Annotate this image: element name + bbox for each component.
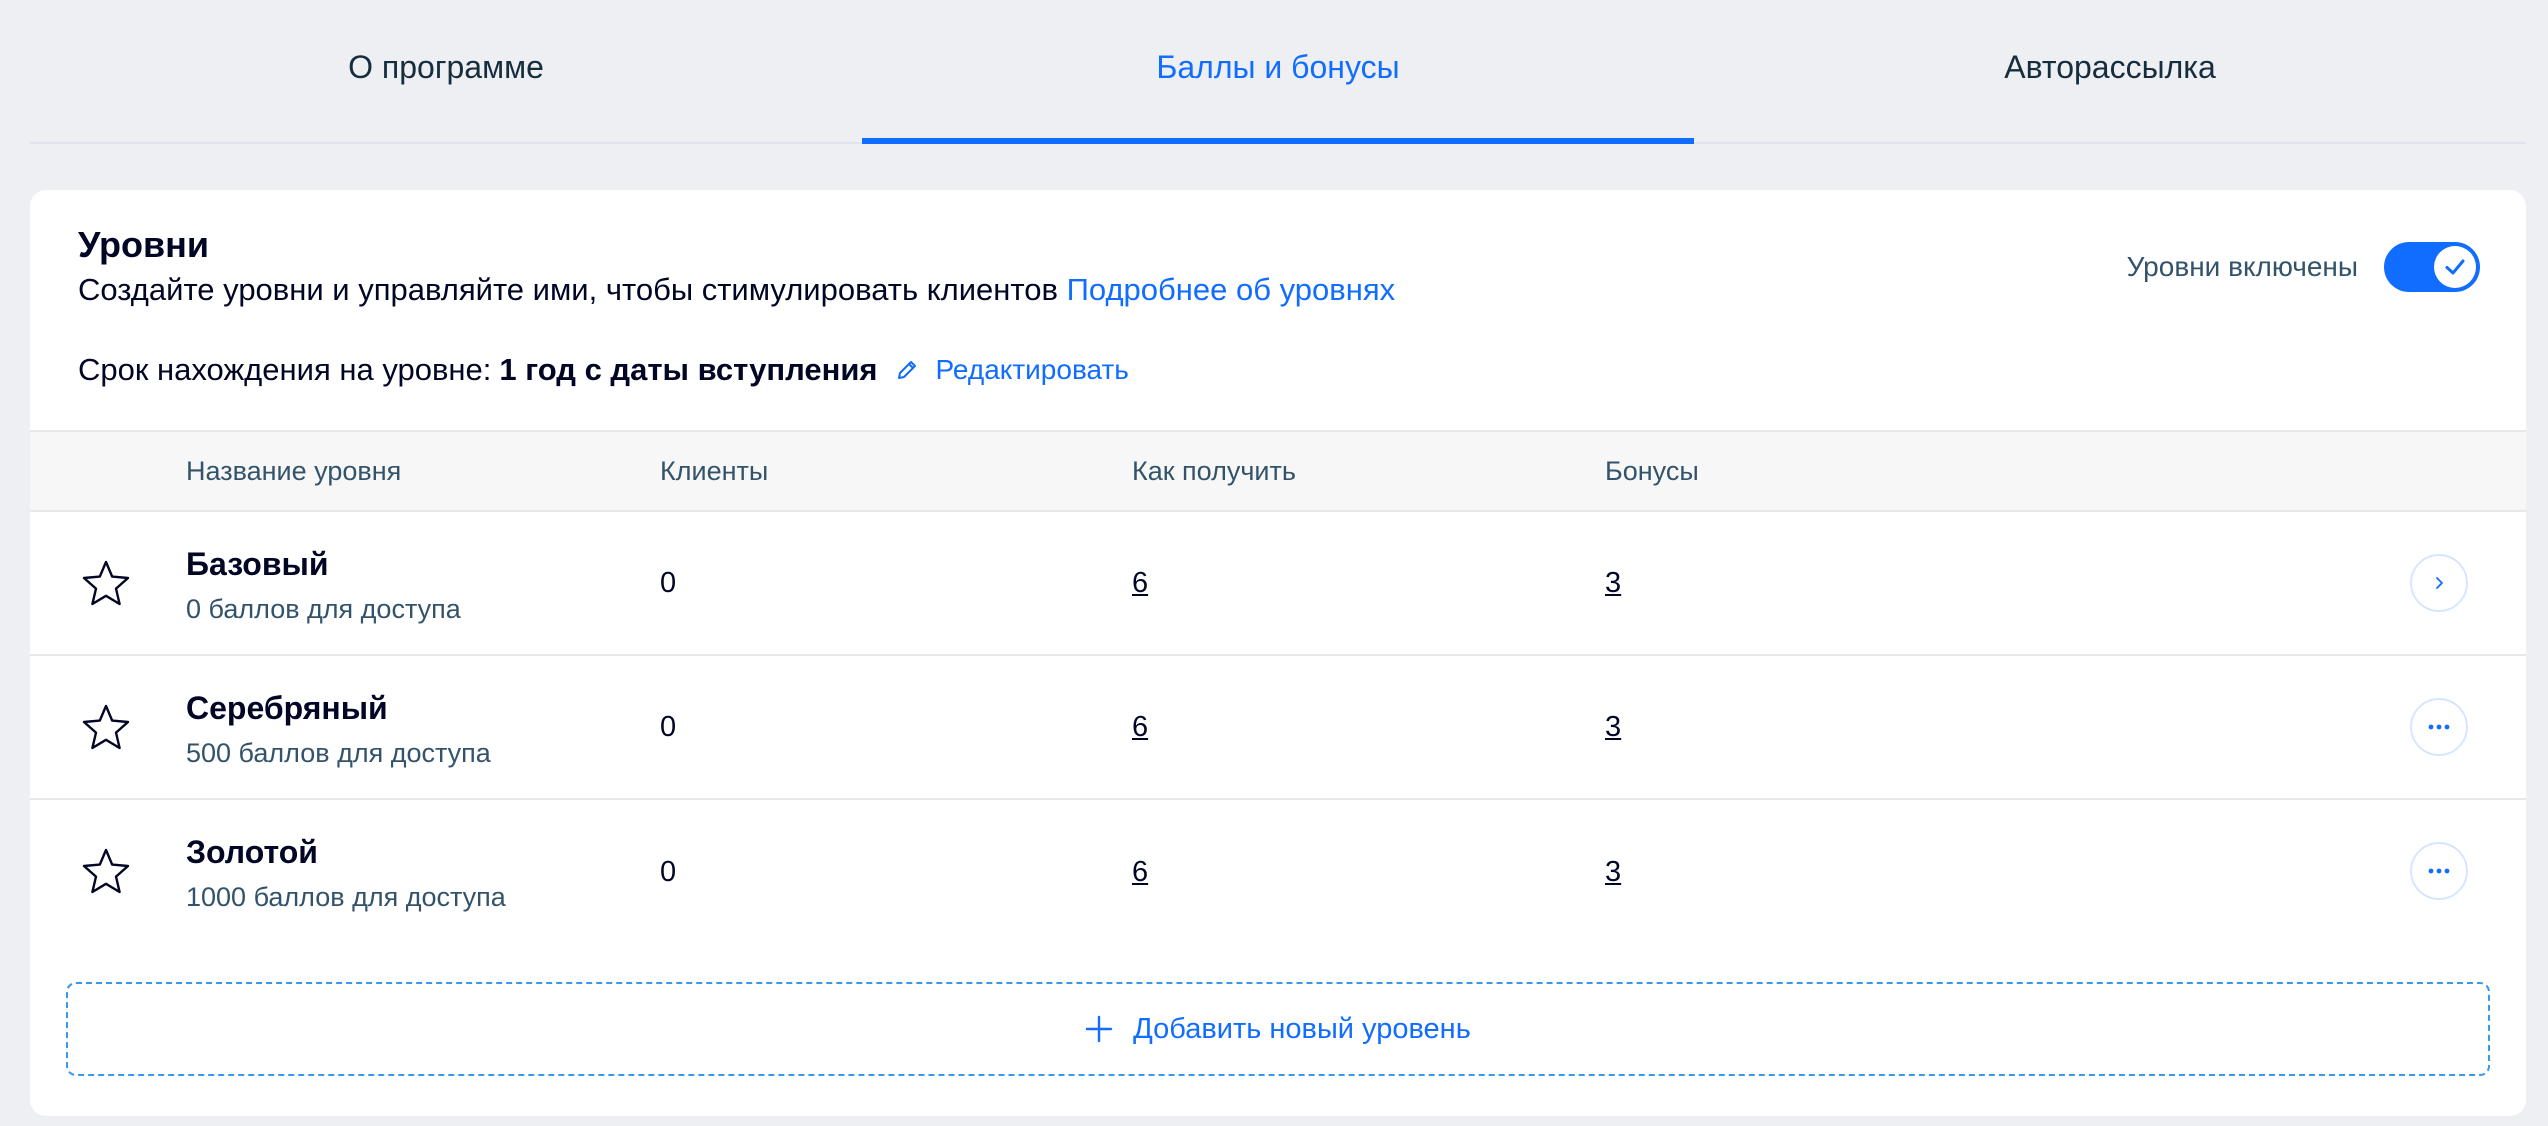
levels-subtitle-text: Создайте уровни и управляйте ими, чтобы … bbox=[78, 272, 1058, 307]
tab-auto-mailing[interactable]: Авторассылка bbox=[1694, 0, 2526, 142]
column-header-bonuses: Бонусы bbox=[1605, 455, 1699, 486]
column-header-how-to-get: Как получить bbox=[1132, 455, 1296, 486]
levels-toggle[interactable] bbox=[2384, 242, 2480, 292]
level-description: 1000 баллов для доступа bbox=[186, 882, 506, 912]
bonuses-link[interactable]: 3 bbox=[1605, 656, 1621, 798]
tab-about-program[interactable]: О программе bbox=[30, 0, 862, 142]
duration-value: 1 год с даты вступления bbox=[499, 352, 878, 387]
level-name: Серебряный bbox=[186, 690, 388, 726]
levels-table-header: Название уровня Клиенты Как получить Бон… bbox=[30, 430, 2526, 512]
level-name: Базовый bbox=[186, 546, 329, 582]
plus-icon bbox=[1085, 1015, 1113, 1043]
clients-count: 0 bbox=[660, 710, 677, 743]
open-level-button[interactable] bbox=[2410, 554, 2468, 612]
bonuses-link[interactable]: 3 bbox=[1605, 512, 1621, 654]
table-row[interactable]: Серебряный 500 баллов для доступа 0 6 3 bbox=[30, 656, 2526, 800]
bonuses-link[interactable]: 3 bbox=[1605, 800, 1621, 944]
levels-toggle-group: Уровни включены bbox=[2127, 242, 2480, 292]
tab-points-and-bonuses[interactable]: Баллы и бонусы bbox=[862, 0, 1694, 144]
star-icon bbox=[82, 848, 130, 894]
level-description: 500 баллов для доступа bbox=[186, 738, 491, 768]
clients-count: 0 bbox=[660, 566, 677, 599]
table-row[interactable]: Золотой 1000 баллов для доступа 0 6 3 bbox=[30, 800, 2526, 944]
clients-count: 0 bbox=[660, 855, 677, 888]
chevron-right-icon bbox=[2436, 577, 2443, 589]
level-name: Золотой bbox=[186, 834, 318, 870]
levels-card: Уровни Создайте уровни и управляйте ими,… bbox=[30, 190, 2526, 1116]
more-actions-button[interactable] bbox=[2410, 842, 2468, 900]
edit-duration-button[interactable]: Редактировать bbox=[895, 354, 1129, 386]
checkmark-icon bbox=[2445, 259, 2465, 275]
column-header-level-name: Название уровня bbox=[186, 455, 402, 486]
toggle-knob bbox=[2434, 246, 2476, 288]
more-icon bbox=[2428, 724, 2450, 730]
column-header-clients: Клиенты bbox=[660, 455, 769, 486]
level-duration: Срок нахождения на уровне: 1 год с даты … bbox=[78, 352, 1129, 388]
level-description: 0 баллов для доступа bbox=[186, 594, 461, 624]
how-to-get-link[interactable]: 6 bbox=[1132, 800, 1148, 944]
duration-label: Срок нахождения на уровне: bbox=[78, 352, 492, 387]
more-icon bbox=[2428, 868, 2450, 874]
star-icon bbox=[82, 560, 130, 606]
table-row[interactable]: Базовый 0 баллов для доступа 0 6 3 bbox=[30, 512, 2526, 656]
how-to-get-link[interactable]: 6 bbox=[1132, 656, 1148, 798]
add-level-button[interactable]: Добавить новый уровень bbox=[66, 982, 2490, 1076]
how-to-get-link[interactable]: 6 bbox=[1132, 512, 1148, 654]
levels-toggle-label: Уровни включены bbox=[2126, 251, 2358, 282]
star-icon bbox=[82, 704, 130, 750]
levels-title: Уровни bbox=[78, 224, 210, 265]
levels-subtitle: Создайте уровни и управляйте ими, чтобы … bbox=[78, 272, 1395, 308]
pencil-icon bbox=[898, 361, 917, 379]
edit-label: Редактировать bbox=[935, 354, 1129, 385]
more-actions-button[interactable] bbox=[2410, 698, 2468, 756]
tab-bar: О программе Баллы и бонусы Авторассылка bbox=[30, 0, 2526, 144]
add-level-label: Добавить новый уровень bbox=[1133, 1012, 1471, 1045]
learn-more-link[interactable]: Подробнее об уровнях bbox=[1067, 272, 1396, 307]
